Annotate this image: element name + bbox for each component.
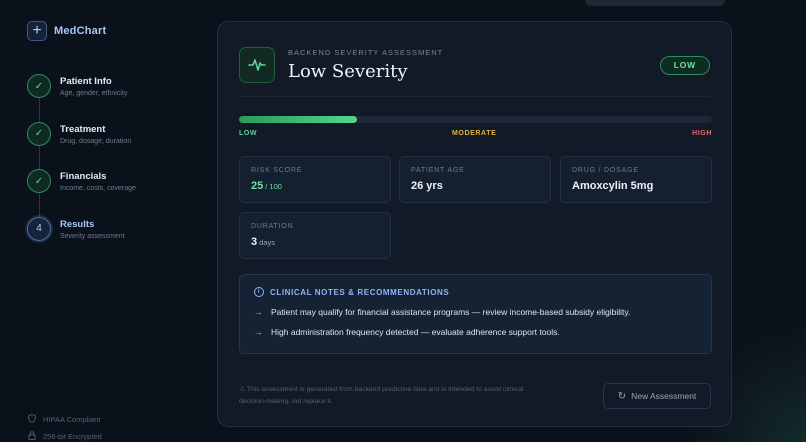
assessment-eyebrow: BACKEND SEVERITY ASSESSMENT	[288, 48, 444, 57]
step-treatment[interactable]: ✓ Treatment Drug, dosage, duration	[27, 121, 136, 169]
refresh-icon: ↻	[617, 390, 627, 402]
severity-badge: LOW	[659, 55, 710, 75]
metric-duration: DURATION 3 days	[239, 212, 391, 259]
badge-label: 256-bit Encrypted	[43, 432, 102, 441]
step-number: 4	[27, 216, 51, 241]
note-text: High administration frequency detected —…	[271, 327, 560, 337]
sidebar: + MedChart ✓ Patient Info Age, gender, e…	[0, 0, 200, 442]
page-title: Low Severity	[288, 61, 408, 82]
risk-score-unit: / 100	[265, 182, 282, 191]
metric-label: DRUG / DOSAGE	[572, 167, 639, 174]
duration-value: 3	[251, 236, 258, 248]
top-edge-glow	[585, 0, 725, 6]
pulse-icon	[239, 47, 275, 83]
new-assessment-button[interactable]: ↻ New Assessment	[603, 383, 711, 409]
badge-hipaa: HIPAA Compliant	[28, 411, 102, 428]
security-badges: HIPAA Compliant 256-bit Encrypted	[28, 411, 102, 442]
metric-value: 26 yrs	[411, 180, 443, 192]
step-financials[interactable]: ✓ Financials Income, costs, coverage	[27, 169, 136, 217]
metric-patient-age: PATIENT AGE 26 yrs	[399, 156, 551, 203]
results-card: BACKEND SEVERITY ASSESSMENT Low Severity…	[217, 21, 732, 427]
arrow-right-icon: →	[254, 307, 263, 317]
note-item: → Patient may qualify for financial assi…	[254, 307, 697, 317]
risk-score-value: 25	[251, 180, 264, 192]
stepper: ✓ Patient Info Age, gender, ethnicity ✓ …	[27, 74, 136, 264]
badge-encryption: 256-bit Encrypted	[28, 428, 102, 442]
step-title: Results	[60, 218, 95, 230]
metric-label: DURATION	[251, 223, 294, 230]
step-connector	[38, 98, 40, 122]
step-title: Financials	[60, 171, 107, 182]
duration-unit: days	[259, 238, 275, 247]
step-connector	[38, 145, 40, 169]
step-title: Treatment	[60, 123, 106, 135]
step-connector	[38, 193, 40, 217]
metric-value: 25/ 100	[251, 180, 379, 192]
step-patient-info[interactable]: ✓ Patient Info Age, gender, ethnicity	[27, 74, 136, 122]
step-title: Patient Info	[60, 76, 112, 87]
check-icon: ✓	[27, 121, 51, 146]
clinical-notes: i CLINICAL NOTES & RECOMMENDATIONS → Pat…	[239, 274, 712, 354]
arrow-right-icon: →	[254, 327, 263, 337]
scale-high: HIGH	[692, 130, 712, 137]
check-icon: ✓	[27, 74, 51, 98]
step-results[interactable]: 4 Results Severity assessment	[27, 216, 136, 265]
notes-title: CLINICAL NOTES & RECOMMENDATIONS	[270, 287, 450, 297]
severity-meter	[239, 116, 712, 123]
severity-scale: LOW MODERATE HIGH	[239, 130, 712, 140]
plus-icon: +	[27, 21, 47, 41]
new-assessment-label: New Assessment	[631, 391, 697, 401]
step-subtitle: Income, costs, coverage	[60, 185, 136, 192]
scale-low: LOW	[239, 130, 258, 137]
shield-icon	[28, 414, 38, 425]
check-icon: ✓	[27, 169, 51, 193]
metric-risk-score: RISK SCORE 25/ 100	[239, 156, 391, 203]
scale-moderate: MODERATE	[452, 130, 497, 137]
info-icon: i	[254, 287, 264, 297]
step-subtitle: Drug, dosage, duration	[60, 137, 132, 145]
metric-label: RISK SCORE	[251, 167, 303, 174]
brand-name: MedChart	[54, 25, 107, 37]
step-subtitle: Severity assessment	[60, 232, 125, 240]
disclaimer: ⚠ This assessment is generated from back…	[239, 386, 524, 405]
note-text: Patient may qualify for financial assist…	[271, 307, 631, 317]
badge-label: HIPAA Compliant	[43, 415, 101, 424]
assessment-header: BACKEND SEVERITY ASSESSMENT Low Severity…	[239, 45, 710, 85]
brand[interactable]: + MedChart	[27, 21, 106, 41]
note-item: → High administration frequency detected…	[254, 327, 697, 337]
metric-drug-dosage: DRUG / DOSAGE Amoxcylin 5mg	[560, 156, 712, 203]
step-subtitle: Age, gender, ethnicity	[60, 90, 128, 97]
metric-value: Amoxcylin 5mg	[572, 180, 654, 192]
lock-icon	[28, 431, 38, 442]
metric-label: PATIENT AGE	[411, 167, 465, 174]
severity-meter-fill	[239, 116, 358, 123]
metric-value: 3 days	[251, 236, 379, 248]
divider	[239, 96, 710, 97]
